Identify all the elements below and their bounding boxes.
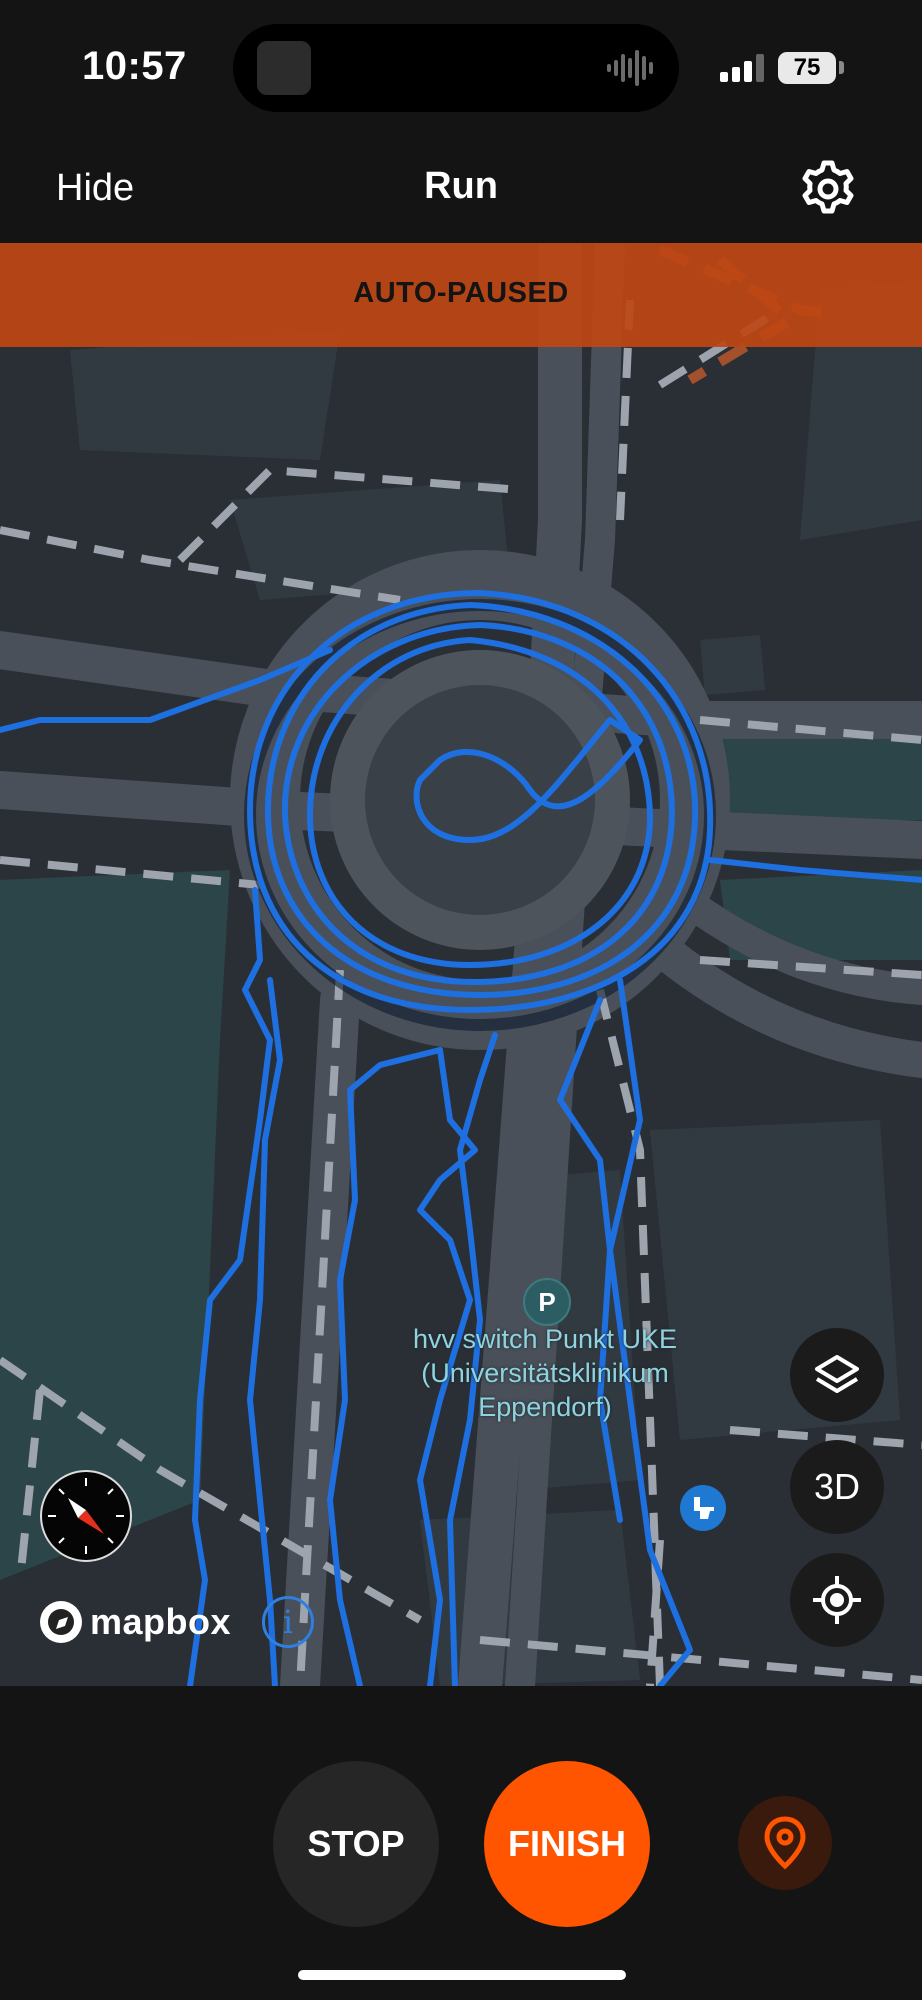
battery-indicator: 75	[778, 52, 836, 84]
cellular-signal-icon	[720, 54, 764, 82]
status-time: 10:57	[82, 44, 187, 88]
auto-paused-banner: AUTO-PAUSED	[0, 243, 922, 347]
3d-toggle-button[interactable]: 3D	[790, 1440, 884, 1534]
mapbox-wordmark: mapbox	[90, 1601, 232, 1642]
action-bar: STOP FINISH	[0, 1686, 922, 2000]
dynamic-island	[233, 24, 679, 112]
page-title: Run	[424, 165, 498, 207]
finish-button[interactable]: FINISH	[484, 1761, 650, 1927]
poi-label-line: hvv switch Punkt UKE	[412, 1324, 678, 1354]
map-canvas	[0, 243, 922, 1686]
stop-button[interactable]: STOP	[273, 1761, 439, 1927]
gear-icon[interactable]	[798, 159, 858, 219]
toilet-poi-icon[interactable]	[680, 1485, 726, 1531]
mapbox-logo: mapbox	[40, 1600, 231, 1644]
layers-button[interactable]	[790, 1328, 884, 1422]
home-indicator[interactable]	[298, 1970, 626, 1980]
parking-poi-icon[interactable]: P	[523, 1278, 571, 1326]
banner-text: AUTO-PAUSED	[353, 277, 569, 309]
battery-nub	[839, 61, 844, 74]
mark-location-button[interactable]	[738, 1796, 832, 1890]
map-view[interactable]: P hvv switch Punkt UKE (Universitätsklin…	[0, 243, 922, 1686]
poi-label: hvv switch Punkt UKE (Universitätsklinik…	[395, 1322, 695, 1424]
crosshair-icon	[813, 1576, 861, 1624]
layers-icon	[815, 1355, 859, 1393]
recenter-button[interactable]	[790, 1553, 884, 1647]
mapbox-mark-icon	[40, 1601, 82, 1643]
poi-label-line: Eppendorf)	[478, 1392, 612, 1422]
poi-label-line: (Universitätsklinikum	[421, 1358, 669, 1388]
attribution-info-button[interactable]: i	[262, 1596, 314, 1648]
nav-bar: Hide Run	[0, 135, 922, 243]
status-bar: 10:57 75	[0, 0, 922, 135]
audio-waveform-icon	[607, 50, 653, 86]
compass[interactable]	[40, 1470, 132, 1562]
location-pin-icon	[764, 1816, 806, 1870]
compass-icon	[48, 1478, 124, 1554]
toilet-icon	[694, 1497, 714, 1519]
live-activity-app-icon	[257, 41, 311, 95]
